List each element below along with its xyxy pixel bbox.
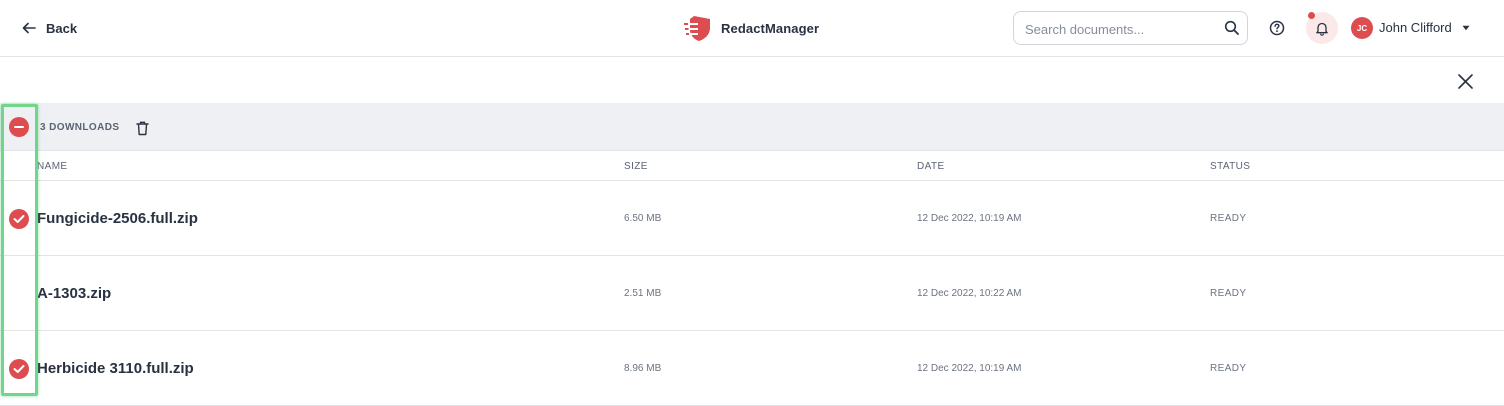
bulk-actions-bar: 3 DOWNLOADS — [0, 103, 1504, 151]
check-circle-icon[interactable] — [9, 359, 29, 379]
column-header-name[interactable]: NAME — [37, 161, 68, 172]
back-button[interactable]: Back — [22, 18, 77, 38]
trash-icon[interactable] — [136, 121, 149, 136]
column-header-size[interactable]: SIZE — [624, 161, 648, 172]
column-header-status[interactable]: STATUS — [1210, 161, 1250, 172]
help-circle-icon[interactable] — [1268, 19, 1286, 37]
check-circle-icon[interactable] — [9, 209, 29, 229]
avatar[interactable]: JC — [1351, 17, 1373, 39]
shield-logo-icon — [684, 16, 710, 41]
back-label: Back — [46, 20, 78, 36]
file-date: 12 Dec 2022, 10:22 AM — [917, 288, 1022, 299]
file-name: Herbicide 3110.full.zip — [37, 360, 194, 377]
file-name: A-1303.zip — [37, 285, 112, 302]
status-label: READY — [1210, 288, 1247, 299]
table-row[interactable]: Fungicide-2506.full.zip 6.50 MB 12 Dec 2… — [0, 181, 1504, 256]
file-size: 6.50 MB — [624, 213, 662, 224]
brand-name: RedactManager — [721, 20, 820, 36]
status-label: READY — [1210, 363, 1247, 374]
caret-down-icon[interactable] — [1462, 25, 1470, 31]
download-count: 3 DOWNLOADS — [40, 122, 120, 133]
search-box[interactable] — [1013, 11, 1248, 45]
file-size: 8.96 MB — [624, 363, 662, 374]
brand[interactable]: RedactManager — [684, 13, 819, 43]
file-name: Fungicide-2506.full.zip — [37, 210, 198, 227]
notifications-button[interactable] — [1306, 12, 1338, 44]
table-row[interactable]: A-1303.zip 2.51 MB 12 Dec 2022, 10:22 AM… — [0, 256, 1504, 331]
notification-dot — [1308, 12, 1315, 19]
bell-icon — [1316, 22, 1328, 36]
status-label: READY — [1210, 213, 1247, 224]
arrow-left-icon — [22, 22, 36, 34]
top-bar: Back RedactManager JC John Clifford — [0, 0, 1504, 57]
table-row[interactable]: Herbicide 3110.full.zip 8.96 MB 12 Dec 2… — [0, 331, 1504, 406]
file-size: 2.51 MB — [624, 288, 662, 299]
user-name[interactable]: John Clifford — [1379, 20, 1452, 35]
minus-circle-icon[interactable] — [9, 117, 29, 137]
column-header-date[interactable]: DATE — [917, 161, 945, 172]
file-date: 12 Dec 2022, 10:19 AM — [917, 363, 1022, 374]
table-header: NAME SIZE DATE STATUS — [0, 151, 1504, 181]
search-icon[interactable] — [1224, 20, 1240, 36]
file-date: 12 Dec 2022, 10:19 AM — [917, 213, 1022, 224]
close-icon[interactable] — [1457, 73, 1474, 90]
search-input[interactable] — [1025, 20, 1215, 38]
row-checkbox[interactable] — [9, 284, 29, 304]
